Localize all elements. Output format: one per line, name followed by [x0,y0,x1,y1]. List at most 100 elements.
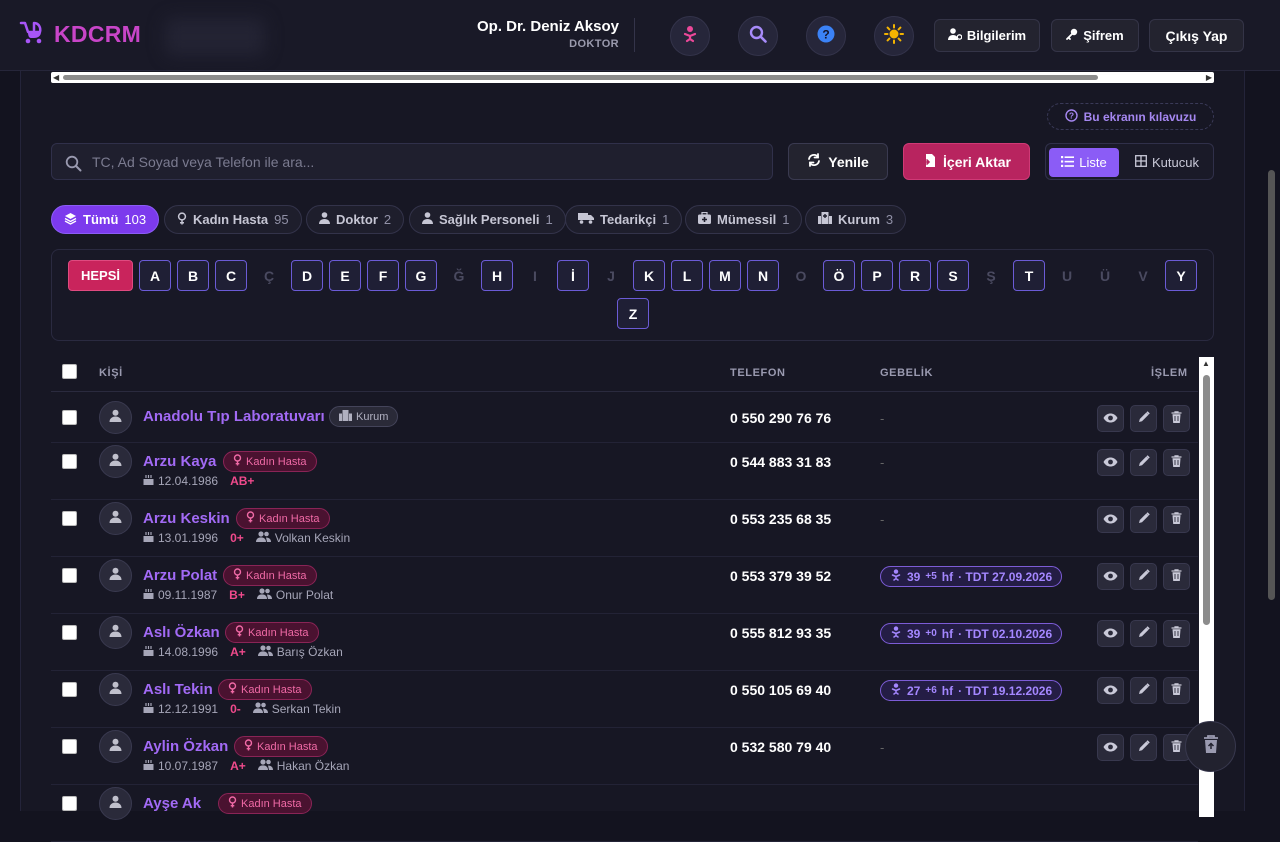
person-name-link[interactable]: Aylin Özkan [143,738,228,755]
refresh-button[interactable]: Yenile [788,143,888,180]
row-checkbox[interactable] [62,625,77,640]
letter-button[interactable]: N [747,260,779,291]
delete-button[interactable] [1163,620,1190,647]
letter-button[interactable]: Y [1165,260,1197,291]
table-row[interactable]: Arzu Kaya Kadın Hasta 12.04.1986 AB+ 0 544 8… [51,443,1198,500]
list-view-button[interactable]: Liste [1049,148,1119,177]
select-all-checkbox[interactable] [62,364,77,379]
search-input[interactable] [92,144,752,179]
person-name-link[interactable]: Aslı Özkan [143,624,220,641]
filter-chip-all[interactable]: Tümü 103 [51,205,160,234]
theme-toggle-button[interactable] [874,16,914,56]
edit-button[interactable] [1130,677,1157,704]
view-button[interactable] [1097,506,1124,533]
table-row[interactable]: Aslı Tekin Kadın Hasta 12.12.1991 0- Serkan … [51,671,1198,728]
person-name-link[interactable]: Aslı Tekin [143,681,213,698]
letter-button[interactable]: İ [557,260,589,291]
person-name-link[interactable]: Arzu Kaya [143,453,216,470]
letter-button[interactable]: C [215,260,247,291]
letter-all-button[interactable]: HEPSİ [68,260,133,291]
list-view-label: Liste [1079,155,1107,170]
logout-button[interactable]: Çıkış Yap [1149,19,1244,52]
person-name-link[interactable]: Ayşe Ak [143,795,201,812]
brand-logo[interactable]: KDCRM [18,20,141,49]
view-button[interactable] [1097,677,1124,704]
letter-button[interactable]: E [329,260,361,291]
table-row[interactable]: Aylin Özkan Kadın Hasta 10.07.1987 A+ Hakan … [51,728,1198,785]
row-checkbox[interactable] [62,568,77,583]
scrollbar-thumb[interactable] [1203,375,1210,625]
letter-button[interactable]: B [177,260,209,291]
delete-button[interactable] [1163,506,1190,533]
letter-button[interactable]: R [899,260,931,291]
view-button[interactable] [1097,563,1124,590]
letter-button[interactable]: K [633,260,665,291]
table-row[interactable]: Arzu Polat Kadın Hasta 09.11.1987 B+ Onur Po… [51,557,1198,614]
trash-icon [1171,454,1182,472]
filter-chip-supplier[interactable]: Tedarikçi 1 [565,205,683,234]
search-button[interactable] [738,16,778,56]
filter-chip-representative[interactable]: Mümessil 1 [685,205,803,234]
row-checkbox[interactable] [62,739,77,754]
letter-button[interactable]: D [291,260,323,291]
table-row[interactable]: Arzu Keskin Kadın Hasta 13.01.1996 0+ Volkan… [51,500,1198,557]
view-button[interactable] [1097,405,1124,432]
person-name-link[interactable]: Anadolu Tıp Laboratuvarı [143,408,325,425]
scroll-up-icon[interactable]: ▲ [1202,359,1210,368]
delete-button[interactable] [1163,449,1190,476]
filter-chip-institution[interactable]: Kurum 3 [805,205,907,234]
view-button[interactable] [1097,734,1124,761]
person-name-link[interactable]: Arzu Keskin [143,510,230,527]
edit-button[interactable] [1130,620,1157,647]
letter-button[interactable]: Ö [823,260,855,291]
guide-button[interactable]: ? Bu ekranın kılavuzu [1047,103,1214,130]
row-checkbox[interactable] [62,682,77,697]
baby-button[interactable] [670,16,710,56]
scroll-left-icon[interactable]: ◀ [53,73,59,82]
view-button[interactable] [1097,449,1124,476]
letter-button[interactable]: S [937,260,969,291]
letter-button[interactable]: H [481,260,513,291]
row-checkbox[interactable] [62,410,77,425]
import-button[interactable]: İçeri Aktar [903,143,1030,180]
row-checkbox[interactable] [62,511,77,526]
edit-button[interactable] [1130,734,1157,761]
letter-button[interactable]: L [671,260,703,291]
grid-view-button[interactable]: Kutucuk [1126,148,1208,177]
scrollbar-thumb[interactable] [1268,170,1275,600]
page-scrollbar[interactable] [1266,160,1276,600]
filter-chip-doctor[interactable]: Doktor 2 [306,205,405,234]
edit-button[interactable] [1130,449,1157,476]
profile-button[interactable]: Bilgilerim [934,19,1040,52]
table-row[interactable]: Anadolu Tıp Laboratuvarı Kurum 0 550 290 7… [51,392,1198,443]
letter-button[interactable]: A [139,260,171,291]
row-checkbox[interactable] [62,454,77,469]
delete-button[interactable] [1163,677,1190,704]
eye-icon [1103,568,1118,586]
letter-button[interactable]: P [861,260,893,291]
edit-button[interactable] [1130,506,1157,533]
password-button[interactable]: Şifrem [1051,19,1139,52]
edit-button[interactable] [1130,405,1157,432]
edit-button[interactable] [1130,563,1157,590]
letter-button[interactable]: G [405,260,437,291]
letter-button[interactable]: T [1013,260,1045,291]
letter-button[interactable]: Z [617,298,649,329]
table-row[interactable]: Ayşe Ak Kadın Hasta [51,785,1198,842]
letter-button[interactable]: M [709,260,741,291]
person-name-link[interactable]: Arzu Polat [143,567,217,584]
filter-chip-women[interactable]: Kadın Hasta 95 [164,205,302,234]
horizontal-scrollbar[interactable]: ◀ ▶ [51,72,1214,83]
row-checkbox[interactable] [62,796,77,811]
delete-button[interactable] [1163,563,1190,590]
help-button[interactable]: ? [806,16,846,56]
delete-button[interactable] [1163,405,1190,432]
view-button[interactable] [1097,620,1124,647]
letter-button[interactable]: F [367,260,399,291]
scroll-right-icon[interactable]: ▶ [1206,73,1212,82]
filter-chip-health-staff[interactable]: Sağlık Personeli 1 [409,205,566,234]
table-row[interactable]: Aslı Özkan Kadın Hasta 14.08.1996 A+ Barış Ö… [51,614,1198,671]
scrollbar-thumb[interactable] [63,75,1098,80]
recycle-bin-button[interactable] [1185,721,1236,772]
divider [634,18,635,52]
